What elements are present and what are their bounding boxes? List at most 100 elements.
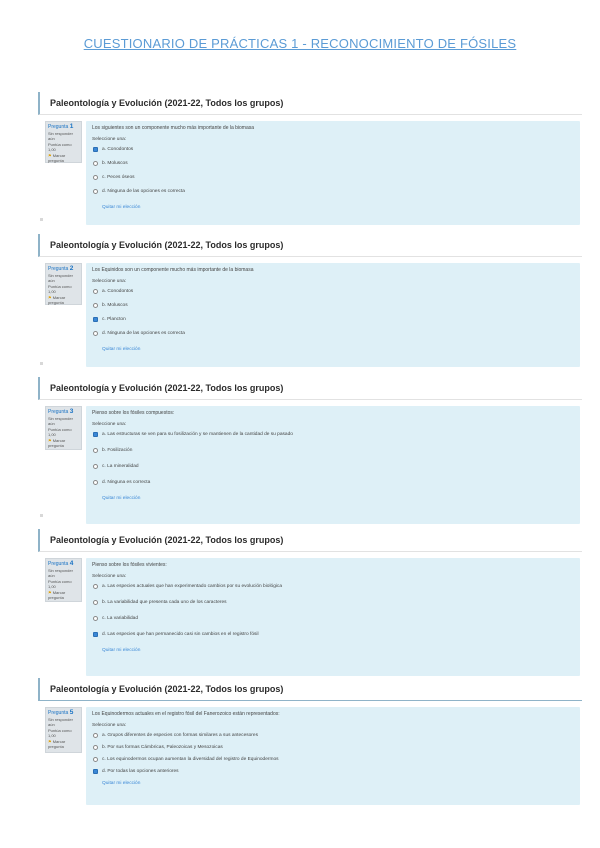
radio-button[interactable] (93, 330, 98, 336)
answer-option[interactable]: c. Peces óseos (92, 174, 574, 181)
question-info: Pregunta 4 Sin responder aún Puntúa como… (45, 558, 82, 602)
question-header: Paleontología y Evolución (2021-22, Todo… (38, 377, 582, 400)
question-score: Puntúa como 1,00 (48, 578, 72, 590)
answer-option[interactable]: b. Fosilización (92, 447, 574, 454)
question-content: Pienso sobre los fósiles vivientes: Sele… (86, 558, 580, 676)
answer-option[interactable]: d. Las especies que han permanecido casi… (92, 631, 574, 638)
answer-option[interactable]: c. Plancton (92, 316, 574, 323)
answer-option[interactable]: d. Por todas las opciones anteriores (92, 768, 574, 775)
corner-mark (40, 218, 43, 221)
radio-button[interactable] (93, 479, 98, 485)
flag-icon: ⚑ (48, 152, 52, 158)
radio-button[interactable] (93, 146, 98, 152)
course-title: Paleontología y Evolución (2021-22, Todo… (50, 684, 284, 694)
question-content: Los siguientes son un componente mucho m… (86, 121, 580, 225)
question-score: Puntúa como 1,00 (48, 727, 72, 739)
radio-button[interactable] (93, 288, 98, 294)
answer-option[interactable]: a. Grupos diferentes de especies con for… (92, 732, 574, 739)
clear-choice-link[interactable]: Quitar mi elección (92, 496, 574, 501)
answer-option[interactable]: a. Las estructuras se ven para su fosili… (92, 431, 574, 438)
flag-icon: ⚑ (48, 437, 52, 443)
flag-question-link[interactable]: ⚑ Marcar pregunta (48, 438, 79, 449)
flag-icon: ⚑ (48, 589, 52, 595)
answer-option[interactable]: b. Por sus formas Cámbricas, Paleozoicas… (92, 744, 574, 751)
clear-choice-link[interactable]: Quitar mi elección (92, 205, 574, 210)
answer-option[interactable]: d. Ninguna de las opciones es correcta (92, 330, 574, 337)
question-header: Paleontología y Evolución (2021-22, Todo… (38, 529, 582, 552)
radio-button[interactable] (93, 431, 98, 437)
question-block: Paleontología y Evolución (2021-22, Todo… (38, 92, 582, 225)
question-block: Paleontología y Evolución (2021-22, Todo… (38, 234, 582, 367)
radio-button[interactable] (93, 599, 98, 605)
question-content: Pienso sobre los fósiles compuestos: Sel… (86, 406, 580, 524)
radio-button[interactable] (93, 756, 98, 762)
question-block: Paleontología y Evolución (2021-22, Todo… (38, 529, 582, 676)
radio-button[interactable] (93, 316, 98, 322)
question-content: Los Equinodermos actuales en el registro… (86, 707, 580, 805)
radio-button[interactable] (93, 768, 98, 774)
answer-option[interactable]: c. Los equinodermos ocupan aumentan la d… (92, 756, 574, 763)
flag-icon: ⚑ (48, 738, 52, 744)
radio-button[interactable] (93, 615, 98, 621)
clear-choice-link[interactable]: Quitar mi elección (92, 347, 574, 352)
course-title: Paleontología y Evolución (2021-22, Todo… (50, 240, 284, 250)
radio-button[interactable] (93, 463, 98, 469)
question-status: Sin responder aún (48, 567, 73, 579)
question-status: Sin responder aún (48, 272, 73, 284)
clear-choice-link[interactable]: Quitar mi elección (92, 648, 574, 653)
radio-button[interactable] (93, 744, 98, 750)
flag-icon: ⚑ (48, 294, 52, 300)
course-title: Paleontología y Evolución (2021-22, Todo… (50, 383, 284, 393)
corner-mark (40, 362, 43, 365)
flag-question-link[interactable]: ⚑ Marcar pregunta (48, 295, 79, 306)
question-content: Los Equinidos son un componente mucho má… (86, 263, 580, 367)
question-status: Sin responder aún (48, 415, 73, 427)
radio-button[interactable] (93, 732, 98, 738)
question-info: Pregunta 1 Sin responder aún Puntúa como… (45, 121, 82, 163)
select-label: Seleccione una: (92, 137, 127, 142)
select-label: Seleccione una: (92, 279, 127, 284)
radio-button[interactable] (93, 174, 98, 180)
question-text: Los siguientes son un componente mucho m… (92, 125, 255, 131)
answer-option[interactable]: b. Moluscos (92, 160, 574, 167)
question-header: Paleontología y Evolución (2021-22, Todo… (38, 678, 582, 701)
flag-question-link[interactable]: ⚑ Marcar pregunta (48, 590, 79, 601)
radio-button[interactable] (93, 631, 98, 637)
select-label: Seleccione una: (92, 422, 127, 427)
select-label: Seleccione una: (92, 723, 127, 728)
question-score: Puntúa como 1,00 (48, 283, 72, 295)
question-info: Pregunta 2 Sin responder aún Puntúa como… (45, 263, 82, 305)
answer-option[interactable]: a. Conodontos (92, 146, 574, 153)
question-header: Paleontología y Evolución (2021-22, Todo… (38, 92, 582, 115)
answer-option[interactable]: c. La variabilidad (92, 615, 574, 622)
answer-option[interactable]: b. La variabilidad que presenta cada uno… (92, 599, 574, 606)
question-header: Paleontología y Evolución (2021-22, Todo… (38, 234, 582, 257)
answer-option[interactable]: d. Ninguna de las opciones es correcta (92, 188, 574, 195)
radio-button[interactable] (93, 188, 98, 194)
answer-option[interactable]: a. Las especies actuales que han experim… (92, 583, 574, 590)
question-block: Paleontología y Evolución (2021-22, Todo… (38, 377, 582, 524)
question-score: Puntúa como 1,00 (48, 141, 72, 153)
radio-button[interactable] (93, 447, 98, 453)
clear-choice-link[interactable]: Quitar mi elección (92, 781, 574, 786)
answer-option[interactable]: b. Moluscos (92, 302, 574, 309)
question-status: Sin responder aún (48, 130, 73, 142)
select-label: Seleccione una: (92, 574, 127, 579)
radio-button[interactable] (93, 160, 98, 166)
answer-option[interactable]: a. Conodontos (92, 288, 574, 295)
document-title: CUESTIONARIO DE PRÁCTICAS 1 - RECONOCIMI… (83, 36, 517, 51)
radio-button[interactable] (93, 302, 98, 308)
radio-button[interactable] (93, 583, 98, 589)
question-text: Pienso sobre los fósiles vivientes: (92, 562, 167, 568)
question-text: Los Equinidos son un componente mucho má… (92, 267, 254, 273)
flag-question-link[interactable]: ⚑ Marcar pregunta (48, 153, 79, 164)
answer-option[interactable]: c. La mineralidad (92, 463, 574, 470)
question-status: Sin responder aún (48, 716, 73, 728)
corner-mark (40, 514, 43, 517)
course-title: Paleontología y Evolución (2021-22, Todo… (50, 535, 284, 545)
question-text: Pienso sobre los fósiles compuestos: (92, 410, 175, 416)
answer-option[interactable]: d. Ninguna es correcta (92, 479, 574, 486)
flag-question-link[interactable]: ⚑ Marcar pregunta (48, 739, 79, 750)
question-info: Pregunta 3 Sin responder aún Puntúa como… (45, 406, 82, 450)
question-score: Puntúa como 1,00 (48, 426, 72, 438)
